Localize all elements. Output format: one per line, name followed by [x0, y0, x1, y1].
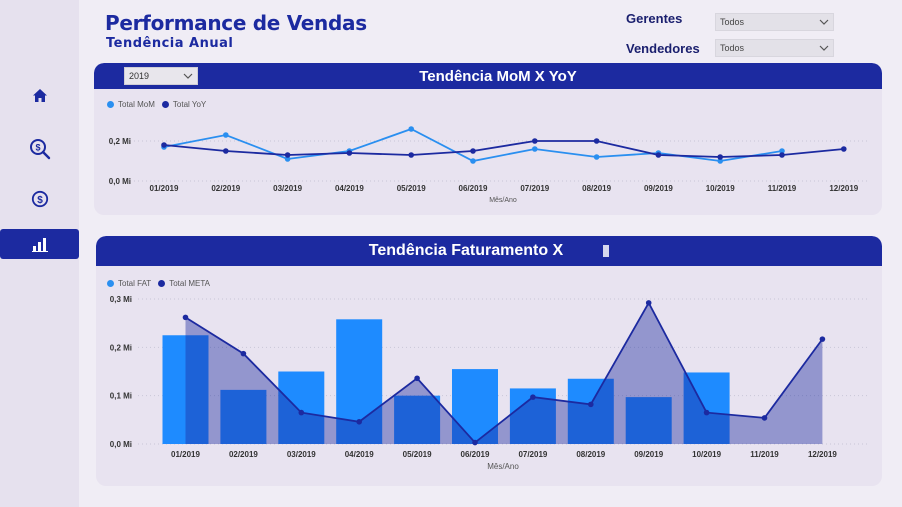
x-tick-label: 08/2019	[576, 450, 605, 459]
x-tick-label: 01/2019	[171, 450, 200, 459]
y-tick-label: 0,3 Mi	[110, 295, 132, 304]
data-point	[761, 415, 768, 421]
year-value: 2019	[129, 71, 150, 81]
x-axis-label: Mês/Ano	[487, 462, 519, 471]
year-dropdown[interactable]: 2019	[124, 67, 198, 85]
x-tick-label: 03/2019	[287, 450, 316, 459]
x-tick-label: 07/2019	[518, 450, 547, 459]
data-point	[240, 350, 247, 357]
data-point	[819, 336, 826, 342]
data-point	[645, 300, 652, 306]
x-tick-label: 12/2019	[808, 450, 837, 459]
x-tick-label: 09/2019	[634, 450, 663, 459]
data-point	[588, 401, 594, 408]
x-tick-label: 02/2019	[229, 450, 258, 459]
chevron-down-icon	[183, 73, 193, 79]
data-point	[356, 418, 363, 425]
data-point	[703, 409, 710, 416]
data-point	[182, 314, 189, 321]
data-point	[298, 409, 305, 416]
x-tick-label: 06/2019	[461, 450, 490, 459]
y-tick-label: 0,2 Mi	[110, 343, 132, 352]
y-tick-label: 0,1 Mi	[110, 392, 132, 401]
data-point	[472, 439, 478, 446]
y-tick-label: 0,0 Mi	[110, 440, 132, 449]
x-tick-label: 10/2019	[692, 450, 721, 459]
x-tick-label: 05/2019	[403, 450, 432, 459]
x-tick-label: 04/2019	[345, 450, 374, 459]
data-point	[414, 375, 420, 382]
x-tick-label: 11/2019	[750, 450, 779, 459]
data-point	[530, 394, 536, 400]
